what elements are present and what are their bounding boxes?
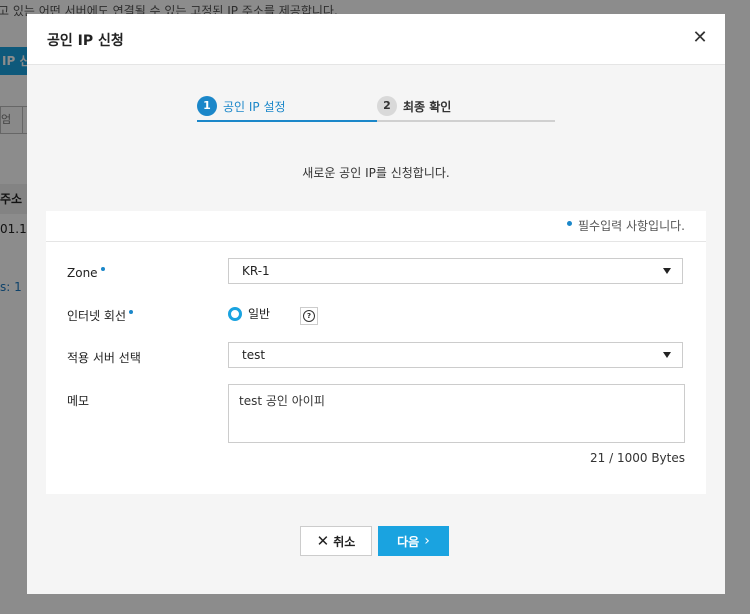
required-dot-icon [100, 267, 105, 271]
divider [46, 241, 706, 242]
step-label: 최종 확인 [403, 99, 452, 114]
zone-value: KR-1 [242, 264, 270, 278]
internet-line-label-text: 인터넷 회선 [67, 309, 127, 323]
zone-select[interactable]: KR-1 [228, 258, 683, 284]
server-value: test [242, 348, 266, 362]
radio-selected-icon[interactable] [228, 306, 242, 321]
caret-down-icon [663, 352, 671, 358]
chevron-right-icon: › [424, 533, 430, 549]
dialog-title: 공인 IP 신청 [47, 33, 124, 49]
question-icon: ? [303, 310, 315, 322]
public-ip-request-dialog: 공인 IP 신청 ✕ 1 공인 IP 설정 2 최종 확인 새로운 공인 IP를… [27, 14, 725, 594]
step-final-confirm: 2 최종 확인 [377, 92, 555, 122]
caret-down-icon [663, 268, 671, 274]
stepper: 1 공인 IP 설정 2 최종 확인 [197, 92, 555, 122]
cancel-label: 취소 [333, 534, 356, 549]
help-button[interactable]: ? [300, 307, 318, 325]
next-label: 다음 [397, 534, 420, 549]
internet-line-radio-general[interactable]: 일반 [228, 305, 270, 322]
memo-label: 메모 [67, 394, 90, 408]
server-label: 적용 서버 선택 [67, 351, 141, 365]
internet-line-label: 인터넷 회선 [67, 307, 134, 324]
zone-label: Zone [67, 266, 105, 280]
dialog-header: 공인 IP 신청 ✕ [27, 14, 725, 65]
memo-textarea[interactable]: test 공인 아이피 [228, 384, 685, 443]
memo-value: test 공인 아이피 [239, 394, 325, 408]
zone-label-text: Zone [67, 266, 98, 280]
step-number: 2 [377, 96, 397, 116]
step-public-ip-settings: 1 공인 IP 설정 [197, 92, 377, 122]
close-icon[interactable]: ✕ [691, 29, 709, 47]
required-dot-icon [567, 221, 572, 226]
cancel-button[interactable]: ✕ 취소 [300, 526, 372, 556]
step-number: 1 [197, 96, 217, 116]
memo-byte-count: 21 / 1000 Bytes [590, 451, 685, 465]
required-note-text: 필수입력 사항입니다. [578, 219, 685, 233]
step-label: 공인 IP 설정 [223, 99, 286, 114]
required-dot-icon [129, 310, 134, 314]
next-button[interactable]: 다음 › [378, 526, 449, 556]
form-card: 필수입력 사항입니다. Zone KR-1 인터넷 회선 일반 ? 적용 서버 … [46, 211, 706, 494]
close-icon: ✕ [316, 532, 330, 550]
radio-label: 일반 [248, 307, 271, 321]
server-select[interactable]: test [228, 342, 683, 368]
intro-text: 새로운 공인 IP를 신청합니다. [302, 166, 450, 180]
required-note: 필수입력 사항입니다. [567, 217, 685, 234]
